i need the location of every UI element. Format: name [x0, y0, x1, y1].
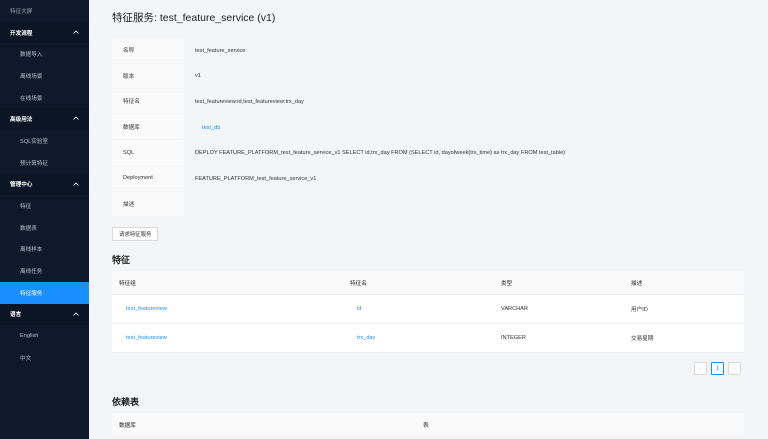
detail-label: 版本: [112, 63, 184, 90]
sidebar-group-management[interactable]: 管理中心: [0, 173, 89, 196]
pagination-next-button[interactable]: ›: [728, 362, 741, 375]
column-header: 特征名: [350, 280, 367, 287]
service-details: 名称 test_feature_service 版本 v1 特征名 test_f…: [112, 38, 727, 218]
features-section-title: 特征: [112, 255, 131, 265]
request-feature-service-button[interactable]: 请求特征服务: [112, 227, 159, 241]
feature-type: VARCHAR: [501, 306, 528, 312]
detail-row-sql: SQL DEPLOY FEATURE_PLATFORM_test_feature…: [112, 140, 727, 166]
database-link[interactable]: test_db: [184, 115, 727, 141]
sidebar: 特征大屏 开发流程 数据导入 离线场景 在线场景 高级用法 SQL实验室 预计算…: [0, 0, 89, 439]
sidebar-item-offline-jobs[interactable]: 离线任务: [0, 260, 89, 282]
detail-row-feature-names: 特征名 test_featureview:id,test_featureview…: [112, 89, 727, 115]
detail-row-database: 数据库 test_db: [112, 114, 727, 141]
pagination: ‹ 1 ›: [694, 362, 741, 375]
detail-label: 数据库: [112, 114, 184, 141]
table-row: test_featureview id VARCHAR 用户ID: [112, 295, 744, 324]
sidebar-group-advanced[interactable]: 高级用法: [0, 108, 89, 131]
detail-label: 描述: [112, 191, 184, 218]
sidebar-group-label: 高级用法: [10, 117, 33, 124]
detail-label: 名称: [112, 38, 184, 64]
sidebar-group-label: 语言: [10, 312, 22, 319]
detail-value: test_featureview:id,test_featureview:trx…: [195, 98, 304, 105]
chevron-up-icon: [73, 311, 79, 317]
sidebar-item-precompute-feature[interactable]: 预计算特征: [0, 151, 89, 174]
main-content: 特征服务: test_feature_service (v1) 名称 test_…: [89, 0, 768, 439]
sidebar-item-english[interactable]: English: [0, 325, 89, 347]
table-row: test_featureview trx_day INTEGER 交易星期: [112, 324, 744, 353]
feature-description: 用户ID: [631, 307, 648, 313]
sidebar-group-language[interactable]: 语言: [0, 303, 89, 326]
sidebar-item-offline-scenario[interactable]: 离线场景: [0, 65, 89, 87]
chevron-up-icon: [73, 181, 79, 187]
detail-value: v1: [195, 73, 201, 80]
page-title: 特征服务: test_feature_service (v1): [112, 12, 276, 24]
column-header: 表: [423, 422, 429, 429]
column-header: 类型: [501, 280, 513, 287]
detail-row-deployment: Deployment FEATURE_PLATFORM_test_feature…: [112, 165, 727, 192]
dependencies-section-title: 依赖表: [112, 397, 140, 407]
table-header: 数据库 表: [112, 413, 744, 437]
table-header: 特征组 特征名 类型 描述: [112, 271, 744, 295]
sidebar-item-feature-services[interactable]: 特征服务: [0, 281, 89, 304]
sidebar-item-tables[interactable]: 数据表: [0, 216, 89, 239]
detail-row-description: 描述: [112, 191, 727, 218]
feature-name-link[interactable]: id: [357, 306, 361, 312]
dependencies-table: 数据库 表: [112, 413, 744, 437]
column-header: 描述: [631, 280, 643, 287]
pagination-page-1[interactable]: 1: [711, 362, 724, 375]
detail-label: 特征名: [112, 89, 184, 115]
sidebar-item-offline-samples[interactable]: 离线样本: [0, 238, 89, 261]
pagination-prev-button[interactable]: ‹: [694, 362, 707, 375]
chevron-up-icon: [73, 115, 79, 121]
sidebar-item-chinese[interactable]: 中文: [0, 347, 89, 369]
detail-value: FEATURE_PLATFORM_test_feature_service_v1: [195, 175, 317, 182]
feature-description: 交易星期: [631, 336, 654, 342]
sidebar-group-label: 开发流程: [10, 30, 33, 37]
detail-label: Deployment: [112, 165, 184, 192]
sidebar-item-online-scenario[interactable]: 在线场景: [0, 86, 89, 109]
detail-value: [184, 192, 727, 218]
detail-row-name: 名称 test_feature_service: [112, 38, 727, 64]
feature-group-link[interactable]: test_featureview: [126, 335, 167, 341]
sidebar-item-sql-lab[interactable]: SQL实验室: [0, 130, 89, 152]
feature-name-link[interactable]: trx_day: [357, 335, 375, 341]
sidebar-item-features[interactable]: 特征: [0, 195, 89, 217]
feature-group-link[interactable]: test_featureview: [126, 306, 167, 312]
sidebar-group-label: 管理中心: [10, 182, 33, 189]
detail-row-version: 版本 v1: [112, 63, 727, 90]
sidebar-item-data-import[interactable]: 数据导入: [0, 43, 89, 66]
chevron-up-icon: [73, 29, 79, 35]
sidebar-group-dev-flow[interactable]: 开发流程: [0, 21, 89, 44]
column-header: 特征组: [119, 280, 136, 287]
sidebar-item-feature-dashboard[interactable]: 特征大屏: [0, 0, 89, 22]
detail-label: SQL: [112, 140, 184, 166]
detail-value: test_feature_service: [195, 47, 246, 54]
detail-value: DEPLOY FEATURE_PLATFORM_test_feature_ser…: [195, 150, 566, 157]
feature-type: INTEGER: [501, 335, 526, 341]
features-table: 特征组 特征名 类型 描述 test_featureview id VARCHA…: [112, 271, 744, 353]
column-header: 数据库: [119, 422, 136, 429]
